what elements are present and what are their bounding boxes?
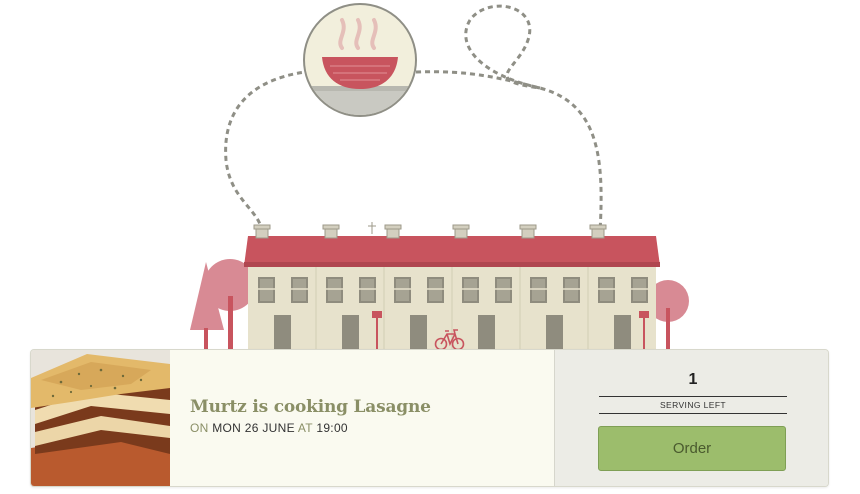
on-label: ON — [190, 421, 209, 435]
servings-label: SERVING LEFT — [659, 400, 727, 410]
servings-divider-bottom — [599, 413, 787, 414]
meal-time: 19:00 — [316, 421, 348, 435]
meal-info: Murtz is cooking Lasagne ON MON 26 JUNE … — [190, 397, 560, 435]
at-label: AT — [297, 421, 313, 435]
meal-schedule: ON MON 26 JUNE AT 19:00 — [190, 421, 560, 435]
order-button[interactable]: Order — [598, 426, 786, 471]
delivery-path — [224, 70, 306, 233]
meal-date: MON 26 JUNE — [212, 421, 295, 435]
left-trees — [190, 259, 256, 352]
meal-headline: Murtz is cooking Lasagne — [190, 397, 431, 417]
servings-divider-top — [599, 396, 787, 397]
servings-count: 1 — [688, 371, 698, 388]
terraced-houses — [244, 222, 660, 352]
soup-bowl-icon — [303, 3, 417, 117]
delivery-path-loop — [415, 4, 603, 233]
lasagne-photo — [31, 350, 170, 486]
meal-card: Murtz is cooking Lasagne ON MON 26 JUNE … — [30, 349, 829, 487]
order-panel: 1 SERVING LEFT Order — [554, 350, 828, 486]
